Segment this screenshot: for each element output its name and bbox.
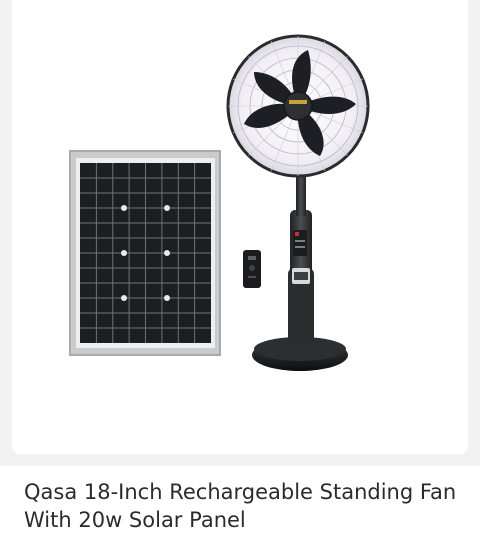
solar-panel: [69, 150, 221, 356]
product-image[interactable]: [12, 0, 468, 454]
remote-control: [243, 250, 261, 288]
fan-head: [226, 34, 370, 178]
fan-body: [288, 176, 314, 346]
product-title-area: Qasa 18-Inch Rechargeable Standing Fan W…: [0, 466, 480, 547]
product-image-card[interactable]: [12, 0, 468, 454]
product-title[interactable]: Qasa 18-Inch Rechargeable Standing Fan W…: [24, 478, 464, 534]
